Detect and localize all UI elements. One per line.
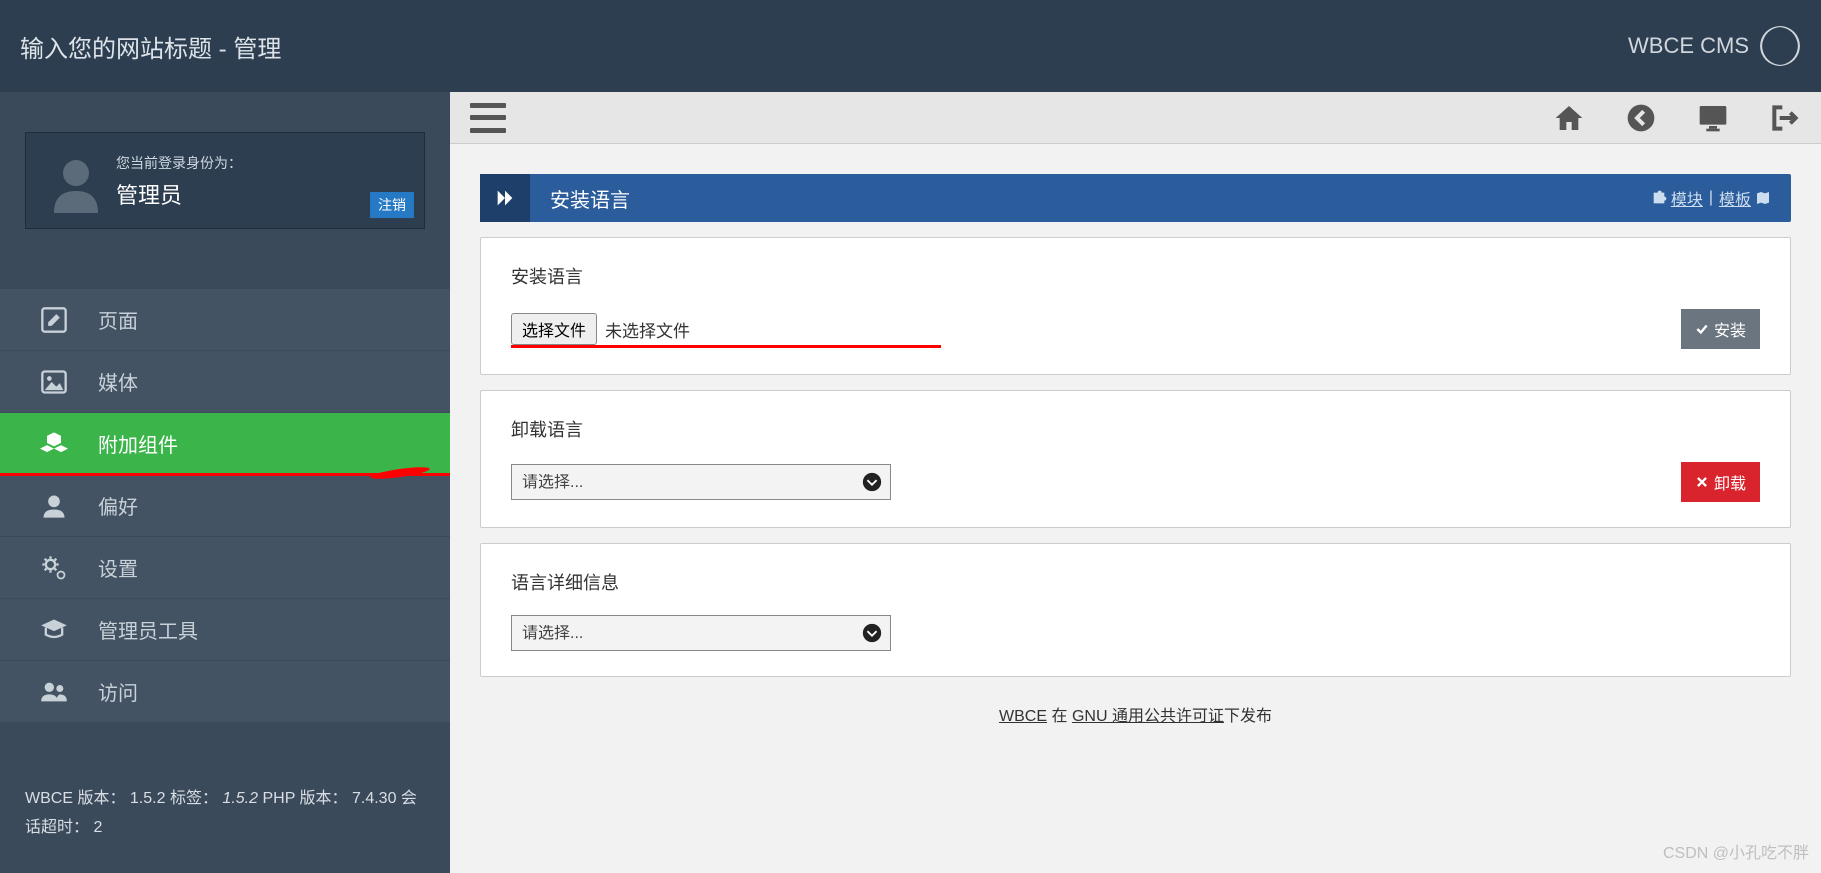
app-header: 输入您的网站标题 - 管理 WBCE CMS [0,0,1821,92]
modules-link[interactable]: 模块 [1651,186,1703,210]
details-select[interactable]: 请选择... [511,615,891,651]
nav-item-addons[interactable]: 附加组件 [0,413,450,475]
php-version-label: PHP 版本： [262,790,347,807]
watermark: CSDN @小孔吃不胖 [1663,839,1809,863]
hamburger-icon[interactable] [470,103,506,133]
logout-icon[interactable] [1769,102,1801,134]
license-note: WBCE 在 GNU 通用公共许可证下发布 [480,702,1791,726]
choose-file-button[interactable]: 选择文件 [511,313,597,345]
page-title: 安装语言 [550,184,630,213]
license-mid: 在 [1047,708,1072,725]
wbce-link[interactable]: WBCE [999,708,1047,725]
page-header-links: 模块 | 模板 [1651,186,1791,210]
wbce-version: 1.5.2 [130,790,166,807]
content: 安装语言 模块 | 模板 安装语言 选择文件 未选择文件 [450,92,1821,873]
logout-button[interactable]: 注销 [370,192,414,218]
details-panel-title: 语言详细信息 [511,569,1760,595]
brand-logo-icon [1759,25,1801,67]
nav-item-preferences[interactable]: 偏好 [0,475,450,537]
close-icon [1695,475,1709,489]
sidebar: 您当前登录身份为： 管理员 注销 页面 媒体 附加组件 偏好 [0,92,450,873]
annotation-underline [0,473,450,476]
install-button[interactable]: 安装 [1681,309,1760,349]
tag-label: 标签： [170,790,218,807]
main-nav: 页面 媒体 附加组件 偏好 设置 管理员工具 [0,289,450,723]
install-panel: 安装语言 选择文件 未选择文件 安装 [480,237,1791,375]
nav-item-settings[interactable]: 设置 [0,537,450,599]
session-timeout: 2 [93,819,102,836]
user-role: 管理员 [116,178,404,210]
brand: WBCE CMS [1628,25,1801,67]
uninstall-panel-title: 卸载语言 [511,416,1760,442]
annotation-underline [511,345,941,348]
check-icon [1695,322,1709,336]
nav-label: 访问 [98,677,138,706]
nav-label: 管理员工具 [98,615,198,644]
graduation-cap-icon [40,616,68,644]
file-status: 未选择文件 [605,317,690,342]
nav-item-pages[interactable]: 页面 [0,289,450,351]
map-icon [1755,190,1771,206]
uninstall-panel: 卸载语言 请选择... 卸载 [480,390,1791,528]
install-panel-title: 安装语言 [511,263,1760,289]
nav-label: 偏好 [98,491,138,520]
cubes-icon [40,430,68,458]
nav-item-media[interactable]: 媒体 [0,351,450,413]
nav-label: 页面 [98,305,138,334]
image-icon [40,368,68,396]
nav-label: 附加组件 [98,429,178,458]
forward-icon[interactable] [480,174,530,222]
logged-in-as-label: 您当前登录身份为： [116,153,404,173]
uninstall-button[interactable]: 卸载 [1681,462,1760,502]
brand-text: WBCE CMS [1628,33,1749,59]
app-title: 输入您的网站标题 - 管理 [20,29,281,64]
separator: | [1709,189,1713,207]
file-input-wrap: 选择文件 未选择文件 [511,313,690,345]
content-toolbar [450,92,1821,144]
user-icon [40,492,68,520]
back-circle-icon[interactable] [1625,102,1657,134]
php-version: 7.4.30 [352,790,396,807]
wbce-version-label: WBCE 版本： [25,790,125,807]
nav-item-admin-tools[interactable]: 管理员工具 [0,599,450,661]
desktop-icon[interactable] [1697,102,1729,134]
tag-value: 1.5.2 [222,790,258,807]
nav-label: 设置 [98,553,138,582]
pencil-square-icon [40,306,68,334]
home-icon[interactable] [1553,102,1585,134]
uninstall-select[interactable]: 请选择... [511,464,891,500]
gnu-link[interactable]: GNU 通用公共许可证 [1072,708,1224,725]
user-box: 您当前登录身份为： 管理员 注销 [25,132,425,229]
users-icon [40,678,68,706]
avatar-icon [46,153,106,213]
nav-label: 媒体 [98,367,138,396]
puzzle-icon [1651,190,1667,206]
nav-item-access[interactable]: 访问 [0,661,450,723]
details-panel: 语言详细信息 请选择... [480,543,1791,677]
templates-link[interactable]: 模板 [1719,186,1771,210]
page-header: 安装语言 模块 | 模板 [480,174,1791,222]
license-suffix: 下发布 [1224,708,1272,725]
gears-icon [40,554,68,582]
sidebar-footer: WBCE 版本： 1.5.2 标签： 1.5.2 PHP 版本： 7.4.30 … [0,765,450,873]
